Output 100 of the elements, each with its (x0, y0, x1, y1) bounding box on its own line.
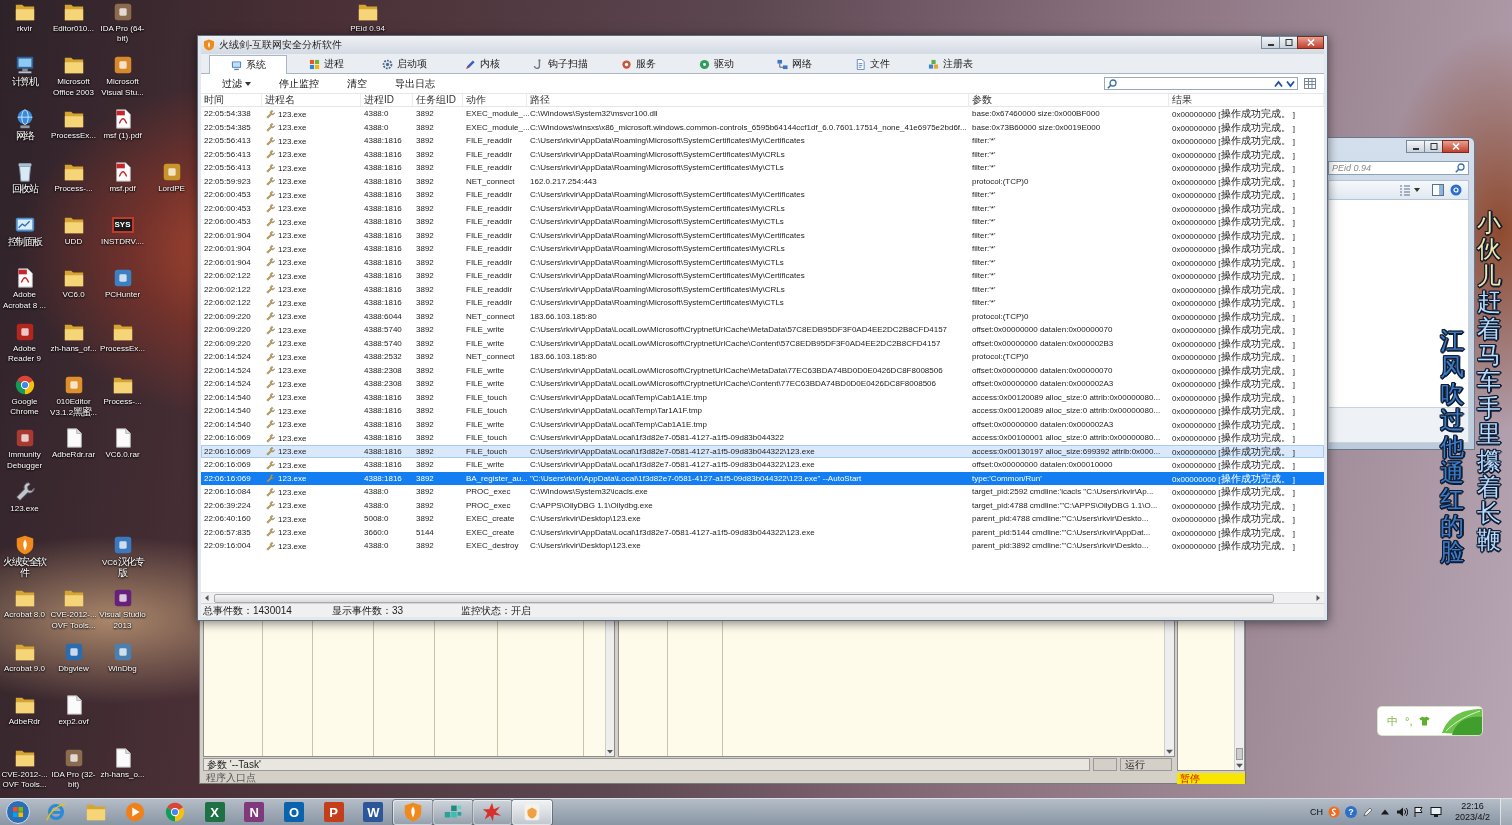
icon-label[interactable]: zh-hans_of... (50, 343, 97, 355)
help-button[interactable]: ? (1344, 806, 1357, 818)
icon-label[interactable]: 控制面板 (7, 237, 42, 249)
table-row[interactable]: 22:06:01:904 123.exe 4388:1816 3892 FILE_readdir C:\Users\rkvir\AppData\Roaming\Microsoft\SystemCertificates\My\CRLs filter:'*' 0x00000000 [操作成功完成。 ] (201, 242, 1324, 256)
taskbar-button[interactable]: P (313, 799, 354, 825)
left-arrow-icon[interactable] (203, 594, 211, 602)
taskbar-button[interactable] (472, 799, 513, 825)
icon-label[interactable]: Editor010... (53, 24, 94, 35)
filter-dropdown[interactable]: 过滤 (220, 75, 253, 92)
table-row[interactable]: 22:06:16:069 123.exe 4388:1816 3892 FILE_touch C:\Users\rkvir\AppData\Local\1f3d82e7-0581-4127-a1f5-09d83b044322\123.exe access:0x00130197 alloc_size:699392 attrib:0x000... 0x00000000 [操作成功完成。 ] (201, 444, 1324, 458)
empty-field[interactable] (1093, 758, 1117, 771)
icon-label[interactable]: WinDbg (108, 663, 137, 674)
icon-label[interactable]: Acrobat 8.0 (4, 610, 45, 621)
table-row[interactable]: 22:06:02:122 123.exe 4388:1816 3892 FILE_readdir C:\Users\rkvir\AppData\Roaming\Microsoft\SystemCertificates\My\CTLs filter:'*' 0x00000000 [操作成功完成。 ] (201, 296, 1324, 310)
vertical-scrollbar[interactable] (1164, 621, 1174, 756)
monitor-icon[interactable] (1429, 806, 1442, 818)
table-row[interactable]: 22:06:02:122 123.exe 4388:1816 3892 FILE_readdir C:\Users\rkvir\AppData\Roaming\Microsoft\SystemCertificates\My\CRLs filter:'*' 0x00000000 [操作成功完成。 ] (201, 282, 1324, 296)
table-row[interactable]: 22:06:01:904 123.exe 4388:1816 3892 FILE_readdir C:\Users\rkvir\AppData\Roaming\Microsoft\SystemCertificates\My\Certificates filter:'*' 0x00000000 [操作成功完成。 ] (201, 228, 1324, 242)
table-row[interactable]: 22:06:16:069 123.exe 4388:1816 3892 FILE_write C:\Users\rkvir\AppData\Local\1f3d82e7-0581-4127-a1f5-09d83b044322\123.exe offset:0x00000000 datalen:0x00010000 0x00000000 [操作成功完成。 ] (201, 458, 1324, 472)
taskbar-button[interactable]: O (274, 799, 314, 825)
icon-label[interactable]: msf.pdf (109, 183, 136, 195)
table-row[interactable]: 22:06:40:160 123.exe 5008:0 3892 EXEC_create C:\Users\rkvir\Desktop\123.exe parent_pid:4788 cmdline:'"C:\Users\rkvir\Deskto... 0x00000000 [操作成功完成。 ] (201, 512, 1324, 526)
table-row[interactable]: 22:05:54:338 123.exe 4388:0 3892 EXEC_module_...C:\Windows\System32\msvcr100.dll base:0x67460000 size:0x000BF000 0x00000000 [操作成功完成。 ] (201, 107, 1324, 121)
flag-icon[interactable] (1412, 806, 1425, 818)
icon-label[interactable]: Adobe Reader 9 (0, 343, 49, 365)
taskbar-button[interactable] (393, 799, 433, 825)
icon-label[interactable]: msf (1).pdf (103, 130, 142, 141)
icon-label[interactable]: 网络 (16, 130, 33, 142)
icon-label[interactable]: Adobe Acrobat 8 ... (0, 290, 49, 312)
search-field[interactable] (1104, 77, 1298, 90)
tab[interactable]: 文件 (833, 55, 911, 73)
down-arrow-icon[interactable] (606, 747, 614, 756)
icon-label[interactable]: AdbeRdr (8, 716, 41, 728)
preview-pane-icon[interactable] (1432, 184, 1444, 196)
table-row[interactable]: 22:06:14:540 123.exe 4388:1816 3892 FILE_touch C:\Users\rkvir\AppData\Local\Temp\Tar1A1F.tmp access:0x00120089 alloc_size:0 attrib:0x00000080... 0x00000000 [操作成功完成。 ] (201, 404, 1324, 418)
circle-logo-icon[interactable] (13, 374, 36, 397)
sys-badge[interactable]: SYS (111, 217, 134, 234)
tab[interactable]: 启动项 (365, 55, 443, 73)
ring-disc-icon[interactable] (1450, 184, 1462, 196)
tab[interactable]: 驱动 (677, 55, 755, 73)
shirt-icon[interactable] (1419, 716, 1431, 726)
close-button[interactable] (1442, 140, 1469, 153)
tab[interactable]: 注册表 (911, 55, 989, 73)
icon-label[interactable]: ProcessEx... (51, 130, 96, 141)
taskbar-button[interactable]: N (234, 799, 275, 825)
column-header[interactable]: 任务组ID (413, 94, 463, 106)
clock-date[interactable]: 2023/4/2 (1454, 812, 1490, 823)
icon-label[interactable]: Microsoft Office 2003 (49, 77, 98, 98)
icon-label[interactable]: IDA Pro (32-bit) (49, 770, 98, 791)
icon-label[interactable]: INSTDRV.... (100, 237, 145, 248)
icon-label[interactable]: VC6.0 (62, 290, 85, 301)
icon-label[interactable]: Visual Studio 2013 (98, 610, 147, 631)
table-row[interactable]: 22:06:16:084 123.exe 4388:0 3892 PROC_exec C:\Windows\System32\icacls.exe target_pid:2592 cmdline:'icacls "C:\Users\rkvir\Ap... 0x00000000 [操作成功完成。 ] (201, 485, 1324, 499)
table-row[interactable]: 22:05:56:413 123.exe 4388:1816 3892 FILE_readdir C:\Users\rkvir\AppData\Roaming\Microsoft\SystemCertificates\My\CRLs filter:'*' 0x00000000 [操作成功完成。 ] (201, 147, 1324, 161)
icon-label[interactable]: Process-... (103, 397, 142, 408)
tab[interactable]: 网络 (755, 55, 833, 73)
caret-icon[interactable] (1414, 188, 1420, 192)
icon-label[interactable]: VC6.0.rar (105, 450, 140, 461)
icon-label[interactable]: LordPE (158, 183, 185, 195)
table-row[interactable]: 22:06:00:453 123.exe 4388:1816 3892 FILE_readdir C:\Users\rkvir\AppData\Roaming\Microsoft\SystemCertificates\My\Certificates filter:'*' 0x00000000 [操作成功完成。 ] (201, 188, 1324, 202)
table-row[interactable]: 22:06:01:904 123.exe 4388:1816 3892 FILE_readdir C:\Users\rkvir\AppData\Roaming\Microsoft\SystemCertificates\My\CTLs filter:'*' 0x00000000 [操作成功完成。 ] (201, 255, 1324, 269)
down-chevron-icon[interactable] (1286, 79, 1295, 88)
tab[interactable]: 内核 (443, 55, 521, 73)
icon-label[interactable]: ProcessEx... (100, 343, 145, 355)
close-button[interactable] (1297, 36, 1324, 49)
icon-label[interactable]: Microsoft Visual Stu... (98, 77, 147, 98)
pen-icon[interactable] (1361, 806, 1374, 818)
table-row[interactable]: 22:09:16:004 123.exe 4388:0 3892 EXEC_destroy C:\Users\rkvir\Desktop\123.exe parent_pid:3892 cmdline:'"C:\Users\rkvir\Deskto... 0x00000000 [操作成功完成。 ] (201, 539, 1324, 553)
table-row[interactable]: 22:06:39:224 123.exe 4388:0 3892 PROC_exec C:\APPS\OllyDBG 1.1\Ollydbg.exe target_pid:4788 cmdline:'"C:\APPS\OllyDBG 1.1\O... 0x00000000 [操作成功完成。 ] (201, 498, 1324, 512)
icon-label[interactable]: 回收站 (11, 183, 38, 196)
icon-label[interactable]: PEid 0.94 (350, 24, 385, 35)
vertical-scrollbar[interactable] (1234, 621, 1244, 770)
icon-label[interactable]: Acrobat 9.0 (4, 663, 45, 674)
clock-time[interactable]: 22:16 (1461, 801, 1484, 812)
column-header[interactable]: 进程名 (262, 94, 361, 106)
up-chevron-icon[interactable] (1274, 79, 1283, 88)
icon-label[interactable]: Process-... (54, 183, 93, 195)
tab[interactable]: 服务 (599, 55, 677, 73)
table-row[interactable]: 22:06:02:122 123.exe 4388:1816 3892 FILE_readdir C:\Users\rkvir\AppData\Roaming\Microsoft\SystemCertificates\My\Certificates filter:'*' 0x00000000 [操作成功完成。 ] (201, 269, 1324, 283)
icon-label[interactable]: 火绒安全软件 (0, 556, 49, 580)
wrench-icon[interactable] (13, 480, 36, 503)
tab[interactable]: 系统 (209, 55, 287, 74)
column-header[interactable]: 进程ID (361, 94, 413, 106)
icon-label[interactable]: UDD (64, 237, 83, 248)
taskbar-button[interactable]: W (353, 799, 394, 825)
icon-label[interactable]: rkvir (16, 24, 33, 35)
command-field[interactable]: 参数 '--Task' (203, 758, 1090, 771)
right-arrow-icon[interactable] (1314, 594, 1322, 602)
table-row[interactable]: 22:06:00:453 123.exe 4388:1816 3892 FILE_readdir C:\Users\rkvir\AppData\Roaming\Microsoft\SystemCertificates\My\CTLs filter:'*' 0x00000000 [操作成功完成。 ] (201, 215, 1324, 229)
taskbar-button[interactable]: X (194, 799, 235, 825)
table-row[interactable]: 22:05:56:413 123.exe 4388:1816 3892 FILE_readdir C:\Users\rkvir\AppData\Roaming\Microsoft\SystemCertificates\My\Certificates filter:'*' 0x00000000 [操作成功完成。 ] (201, 134, 1324, 148)
table-row[interactable]: 22:06:16:069 123.exe 4388:1816 3892 FILE_touch C:\Users\rkvir\AppData\Local\1f3d82e7-0581-4127-a1f5-09d83b044322 access:0x00100001 alloc_size:0 attrib:0x00000080... 0x00000000 [操作成功完成。 ] (201, 431, 1324, 445)
icon-label[interactable]: VC6汉化专版 (98, 556, 147, 580)
input-method-icon[interactable] (1327, 806, 1340, 818)
column-header[interactable]: 路径 (527, 94, 969, 106)
down-arrow-icon[interactable] (1165, 747, 1174, 756)
icon-label[interactable]: zh-hans_o... (100, 770, 145, 781)
taskbar-button[interactable] (432, 799, 473, 825)
table-row[interactable]: 22:06:00:453 123.exe 4388:1816 3892 FILE_readdir C:\Users\rkvir\AppData\Roaming\Microsoft\SystemCertificates\My\CRLs filter:'*' 0x00000000 [操作成功完成。 ] (201, 201, 1324, 215)
toolbar-button[interactable]: 停止监控 (277, 75, 321, 92)
